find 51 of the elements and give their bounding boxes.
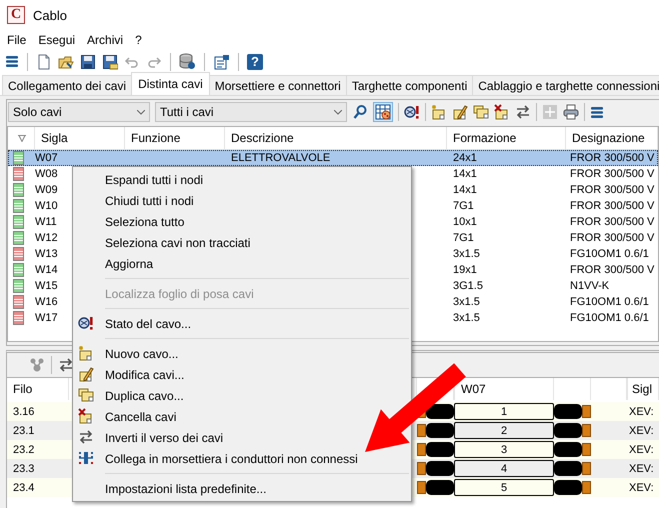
table-cell-text: 23.3	[12, 462, 36, 474]
table-cell-text: FROR 300/500 V	[569, 232, 654, 244]
table-cell-text: 24x1	[452, 152, 477, 164]
table-cell: W15	[35, 280, 58, 292]
conductor-number: 4	[454, 460, 554, 477]
table-cell: W14	[35, 264, 58, 276]
table-cell-text: 19x1	[452, 264, 477, 276]
app-logo: C	[7, 6, 25, 24]
table-cell-text: 23.4	[12, 482, 36, 494]
table-cell: W13	[35, 248, 58, 260]
table-cell-text: XEV:	[628, 444, 655, 456]
window-title: Cablo	[33, 8, 67, 22]
table-cell: W17	[35, 312, 58, 324]
table-cell: W11	[35, 216, 57, 228]
conductor-number: 5	[454, 479, 554, 496]
table-cell-text: FROR 300/500 V	[569, 168, 654, 180]
table-cell-text: 14x1	[452, 168, 477, 180]
table-cell-text: 23.1	[12, 424, 36, 436]
table-cell-text: 7G1	[452, 200, 474, 212]
table-cell-text: FROR 300/500 V	[569, 152, 654, 164]
table-cell-text: 3x1.5	[452, 296, 480, 308]
table-cell-text: FROR 300/500 V	[569, 184, 654, 196]
table-cell-text: XEV:	[628, 462, 655, 474]
table-cell-text: 10x1	[452, 216, 477, 228]
table-cell: W07	[35, 152, 58, 164]
table-cell-text: 3G1.5	[452, 280, 483, 292]
table-cell: W12	[35, 232, 58, 244]
table-cell-text: 7G1	[452, 232, 474, 244]
table-cell: W09	[35, 184, 58, 196]
table-cell: W08	[35, 168, 58, 180]
conductor-number: 1	[454, 403, 554, 420]
table-cell-text: FG10OM1 0.6/1	[569, 312, 649, 324]
table-cell-text: FG10OM1 0.6/1	[569, 296, 649, 308]
table-cell-text: FROR 300/500 V	[569, 264, 654, 276]
table-cell-text: ELETTROVALVOLE	[230, 152, 330, 164]
table-cell-text: FROR 300/500 V	[569, 200, 654, 212]
table-cell-text: 14x1	[452, 184, 477, 196]
table-cell-text: N1VV-K	[569, 280, 610, 292]
table-cell-text: 3x1.5	[452, 248, 480, 260]
table-cell: W10	[35, 200, 58, 212]
table-cell-text: 23.2	[12, 444, 36, 456]
table-cell-text: XEV:	[628, 482, 655, 494]
conductor-number: 2	[454, 422, 554, 439]
table-cell-text: FROR 300/500 V	[569, 216, 654, 228]
table-cell: W16	[35, 296, 58, 308]
table-cell-text: FG10OM1 0.6/1	[569, 248, 649, 260]
table-cell-text: XEV:	[628, 406, 655, 418]
table-cell-text: 3x1.5	[452, 312, 480, 324]
table-cell-text: XEV:	[628, 424, 655, 436]
conductor-number: 3	[454, 441, 554, 458]
table-cell-text: 3.16	[12, 406, 36, 418]
